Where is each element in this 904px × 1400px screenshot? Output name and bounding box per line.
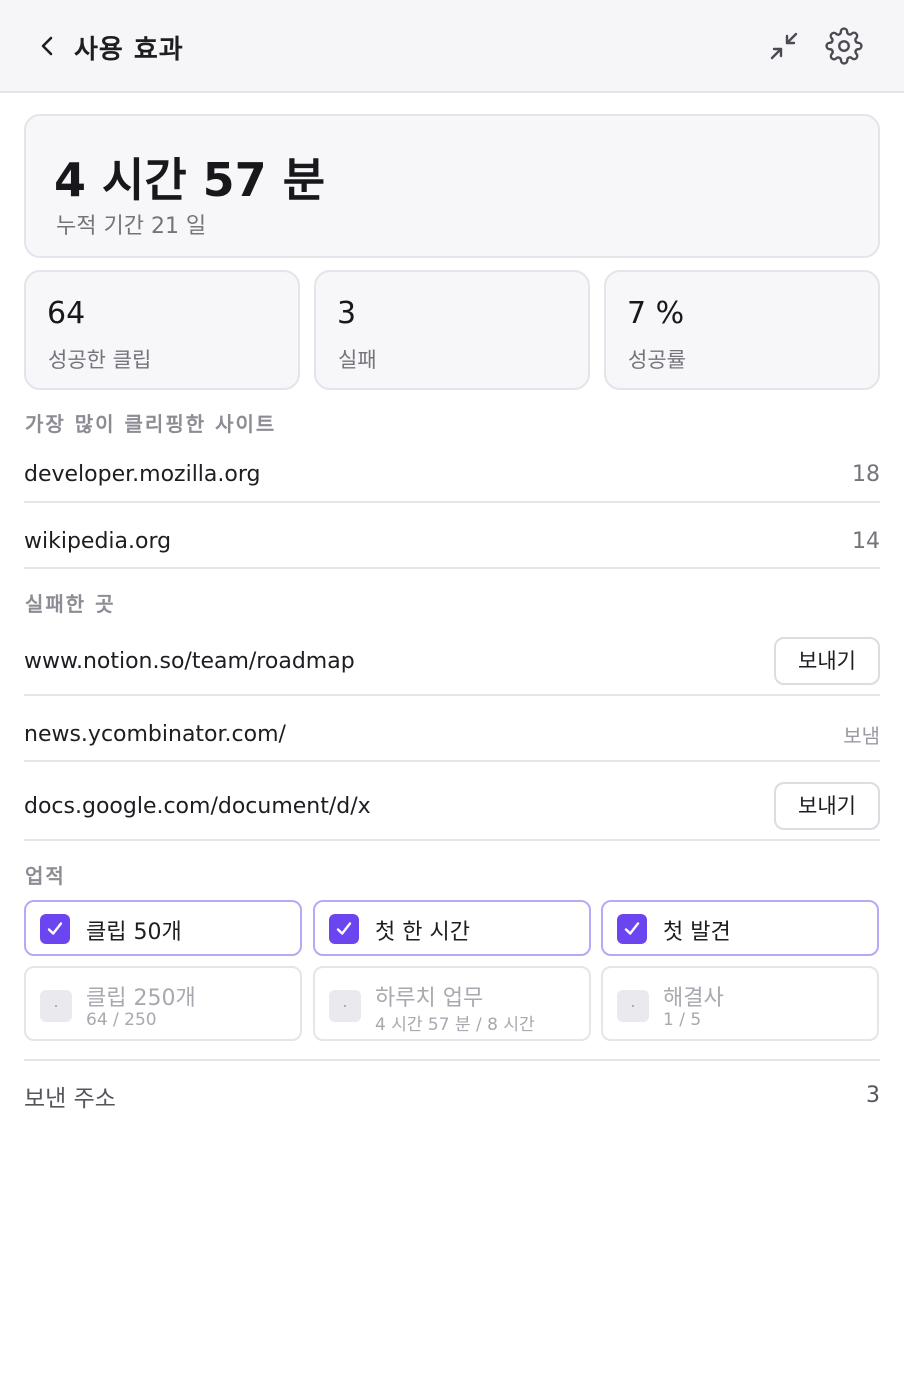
site-name: developer.mozilla.org [24,462,261,487]
achievement-progress: 1 / 5 [663,1010,702,1030]
achievement-label: 클립 50개 [86,920,182,945]
site-count: 18 [852,462,880,487]
back-button[interactable] [34,30,62,62]
check-icon [617,914,647,944]
achievement-badge-locked: 하루치 업무 4 시간 57 분 / 8 시간 [313,966,591,1041]
failed-url: www.notion.so/team/roadmap [24,649,355,674]
achievement-badge-locked: 해결사 1 / 5 [601,966,879,1041]
chevron-left-icon [41,36,53,56]
check-icon [40,914,70,944]
settings-button[interactable] [825,27,863,65]
site-name: wikipedia.org [24,529,172,554]
achievement-badge-done: 첫 발견 [601,900,879,956]
header-bar: 사용 효과 [0,0,904,93]
stat-card-rate: 7 % 성공률 [604,270,880,390]
sent-addresses-count: 3 [866,1083,880,1108]
sent-addresses-row[interactable]: 보낸 주소 3 [24,1059,880,1129]
stat-value: 64 [47,296,86,331]
failed-url: news.ycombinator.com/ [24,722,286,747]
check-icon [329,914,359,944]
top-sites-title: 가장 많이 클리핑한 사이트 [25,412,277,436]
collapse-arrows-icon [770,32,798,60]
sent-status: 보냄 [843,724,880,748]
failed-row: news.ycombinator.com/ 보냄 [24,696,880,762]
failed-title: 실패한 곳 [25,592,116,616]
achievement-badge-done: 첫 한 시간 [313,900,591,956]
accumulated-period: 누적 기간 21 일 [56,214,207,239]
achievement-label: 해결사 [663,986,724,1011]
achievements-title: 업적 [25,864,66,888]
total-time-card: 4 시간 57 분 누적 기간 21 일 [24,114,880,258]
achievement-label: 첫 발견 [663,920,731,945]
collapse-button[interactable] [766,28,802,64]
send-button[interactable]: 보내기 [774,637,880,685]
failed-row: www.notion.so/team/roadmap 보내기 [24,625,880,696]
stat-label: 실패 [338,348,377,372]
achievement-label: 하루치 업무 [375,986,484,1011]
achievement-label: 첫 한 시간 [375,920,470,945]
gear-icon [825,27,863,65]
site-count: 14 [852,529,880,554]
stat-value: 3 [337,296,357,331]
achievement-progress: 4 시간 57 분 / 8 시간 [375,1015,535,1035]
top-site-row: wikipedia.org 14 [24,503,880,569]
empty-check-icon [329,990,361,1022]
stat-value: 7 % [627,296,685,331]
stat-label: 성공률 [628,348,686,372]
empty-check-icon [617,990,649,1022]
sent-addresses-label: 보낸 주소 [24,1086,116,1112]
total-time-value: 4 시간 57 분 [54,153,326,207]
achievement-badge-locked: 클립 250개 64 / 250 [24,966,302,1041]
achievement-badge-done: 클립 50개 [24,900,302,956]
failed-url: docs.google.com/document/d/x [24,794,371,819]
stat-card-success: 64 성공한 클립 [24,270,300,390]
achievement-label: 클립 250개 [86,986,196,1011]
failed-row: docs.google.com/document/d/x 보내기 [24,762,880,841]
stat-label: 성공한 클립 [48,348,152,372]
page-title: 사용 효과 [74,35,184,65]
achievement-progress: 64 / 250 [86,1010,157,1030]
stat-card-failed: 3 실패 [314,270,590,390]
send-button[interactable]: 보내기 [774,782,880,830]
empty-check-icon [40,990,72,1022]
top-site-row: developer.mozilla.org 18 [24,445,880,503]
